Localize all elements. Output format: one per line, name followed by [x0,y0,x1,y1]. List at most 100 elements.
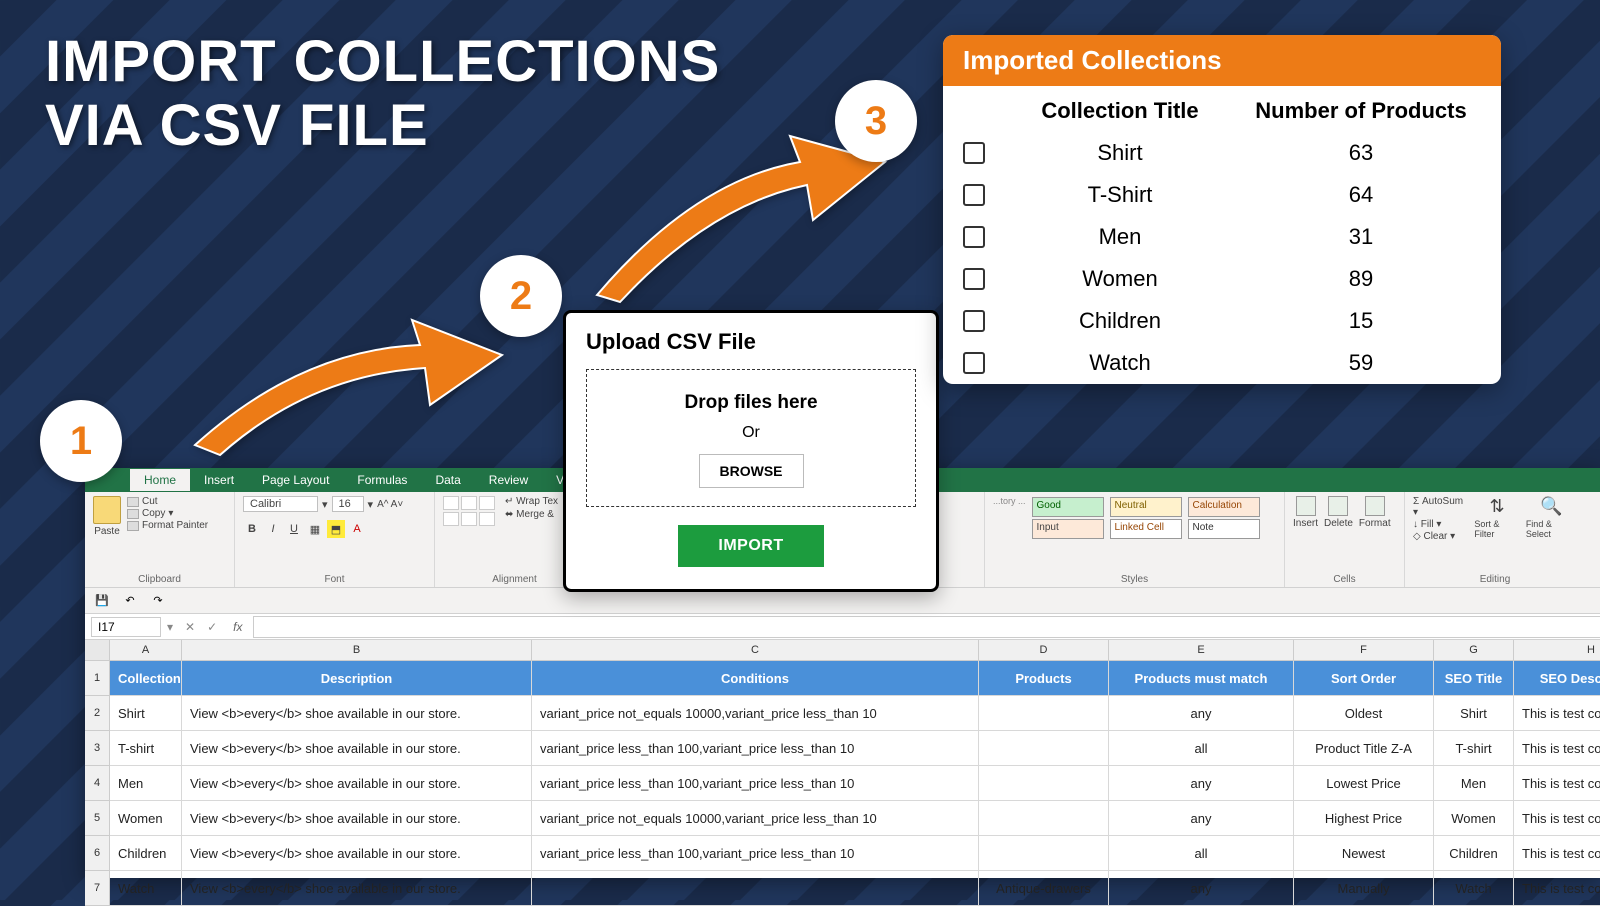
cell[interactable]: any [1109,696,1294,731]
checkbox[interactable] [963,352,985,374]
cell[interactable]: Manually [1294,871,1434,906]
copy-button[interactable]: Copy ▾ [127,508,208,519]
cell[interactable]: Lowest Price [1294,766,1434,801]
cell[interactable] [979,696,1109,731]
cell[interactable]: T-shirt [110,731,182,766]
row-header[interactable]: 1 [85,661,110,696]
cell[interactable]: any [1109,766,1294,801]
cell[interactable] [979,836,1109,871]
underline-button[interactable]: U [285,520,303,538]
formula-input[interactable] [253,616,1600,638]
select-all-corner[interactable] [85,640,110,661]
cell[interactable]: Newest [1294,836,1434,871]
cell[interactable]: Highest Price [1294,801,1434,836]
col-header[interactable]: D [979,640,1109,661]
col-header[interactable]: E [1109,640,1294,661]
cell[interactable]: View <b>every</b> shoe available in our … [182,731,532,766]
tab-insert[interactable]: Insert [190,469,248,491]
checkbox[interactable] [963,184,985,206]
cell[interactable]: all [1109,731,1294,766]
cell[interactable]: View <b>every</b> shoe available in our … [182,696,532,731]
cell[interactable]: Watch [1434,871,1514,906]
style-input[interactable]: Input [1032,519,1104,539]
wrap-text-button[interactable]: ↵ Wrap Tex [505,496,558,507]
fill-color-button[interactable]: ⬒ [327,520,345,538]
cell[interactable]: This is test collection [1514,801,1600,836]
col-header[interactable]: F [1294,640,1434,661]
checkbox[interactable] [963,310,985,332]
fill-button[interactable]: ↓ Fill ▾ [1413,519,1468,530]
style-calc[interactable]: Calculation [1188,497,1260,517]
import-button[interactable]: IMPORT [678,525,823,567]
cell[interactable] [979,731,1109,766]
redo-icon[interactable]: ↷ [149,592,167,610]
format-cells-button[interactable]: Format [1359,496,1391,529]
cell[interactable]: Children [110,836,182,871]
col-header[interactable]: C [532,640,979,661]
cell[interactable]: T-shirt [1434,731,1514,766]
delete-cells-button[interactable]: Delete [1324,496,1353,529]
cell[interactable]: View <b>every</b> shoe available in our … [182,836,532,871]
cell[interactable]: variant_price not_equals 10000,variant_p… [532,696,979,731]
cell[interactable]: Children [1434,836,1514,871]
cell[interactable]: all [1109,836,1294,871]
cell[interactable]: This is test collection [1514,731,1600,766]
cell[interactable]: This is test collection [1514,696,1600,731]
table-row[interactable]: T-shirtView <b>every</b> shoe available … [110,731,1600,766]
table-row[interactable]: WomenView <b>every</b> shoe available in… [110,801,1600,836]
italic-button[interactable]: I [264,520,282,538]
cell[interactable]: View <b>every</b> shoe available in our … [182,766,532,801]
cell[interactable]: Product Title Z-A [1294,731,1434,766]
cell[interactable]: View <b>every</b> shoe available in our … [182,801,532,836]
table-row[interactable]: MenView <b>every</b> shoe available in o… [110,766,1600,801]
bold-button[interactable]: B [243,520,261,538]
row-header[interactable]: 6 [85,836,110,871]
style-neutral[interactable]: Neutral [1110,497,1182,517]
cell[interactable]: This is test collection [1514,766,1600,801]
cell[interactable]: This is test collection [1514,836,1600,871]
paste-button[interactable]: Paste [93,496,121,537]
cell[interactable]: any [1109,871,1294,906]
cell[interactable]: variant_price not_equals 10000,variant_p… [532,801,979,836]
undo-icon[interactable]: ↶ [121,592,139,610]
style-note[interactable]: Note [1188,519,1260,539]
font-name-select[interactable]: Calibri [243,496,318,512]
tab-data[interactable]: Data [421,469,474,491]
cell[interactable] [979,801,1109,836]
cell[interactable] [979,766,1109,801]
cell[interactable]: Antique-drawers [979,871,1109,906]
font-color-button[interactable]: A [348,520,366,538]
cell[interactable]: View <b>every</b> shoe available in our … [182,871,532,906]
format-painter-button[interactable]: Format Painter [127,520,208,531]
file-dropzone[interactable]: Drop files here Or BROWSE [586,369,916,507]
cell[interactable]: any [1109,801,1294,836]
row-header[interactable]: 4 [85,766,110,801]
clear-button[interactable]: ◇ Clear ▾ [1413,531,1468,542]
alignment-grid[interactable] [443,496,495,526]
merge-button[interactable]: ⬌ Merge & [505,509,558,520]
col-header[interactable]: H [1514,640,1600,661]
cell[interactable]: Watch [110,871,182,906]
col-header[interactable]: G [1434,640,1514,661]
row-header[interactable]: 3 [85,731,110,766]
cell[interactable]: Men [110,766,182,801]
cell[interactable]: Shirt [110,696,182,731]
row-header[interactable]: 5 [85,801,110,836]
insert-cells-button[interactable]: Insert [1293,496,1318,529]
sort-filter-button[interactable]: ⇅Sort & Filter [1474,496,1519,539]
checkbox[interactable] [963,226,985,248]
style-linked[interactable]: Linked Cell [1110,519,1182,539]
col-header[interactable]: B [182,640,532,661]
save-icon[interactable]: 💾 [93,592,111,610]
cell[interactable]: Oldest [1294,696,1434,731]
table-row[interactable]: ShirtView <b>every</b> shoe available in… [110,696,1600,731]
row-header[interactable]: 7 [85,871,110,906]
cell[interactable]: Men [1434,766,1514,801]
cell[interactable]: Shirt [1434,696,1514,731]
table-row[interactable]: WatchView <b>every</b> shoe available in… [110,871,1600,906]
checkbox[interactable] [963,142,985,164]
col-header[interactable]: A [110,640,182,661]
cell[interactable]: Women [110,801,182,836]
row-header[interactable]: 2 [85,696,110,731]
table-row[interactable]: ChildrenView <b>every</b> shoe available… [110,836,1600,871]
